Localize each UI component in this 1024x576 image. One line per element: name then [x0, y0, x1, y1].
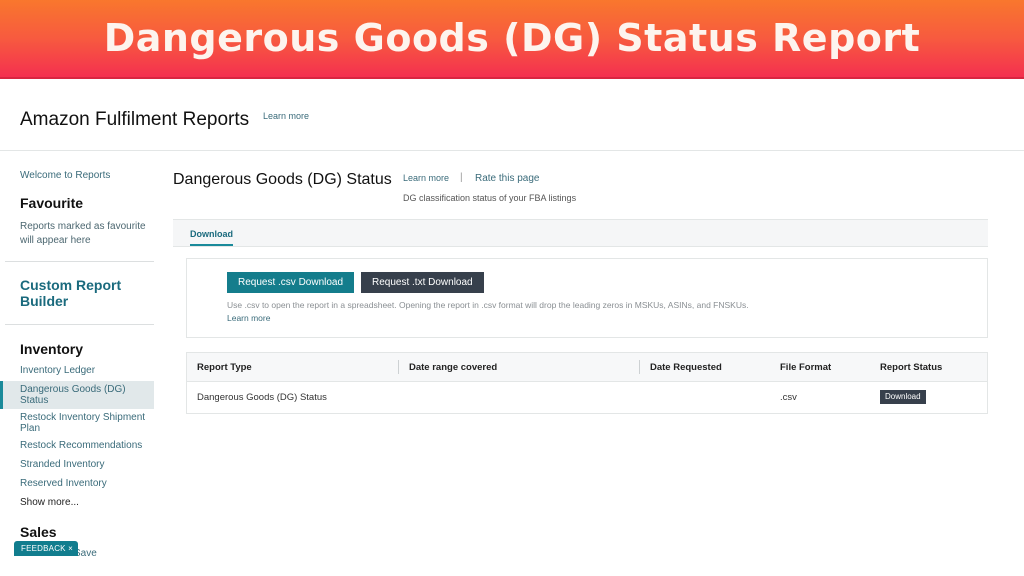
column-separator[interactable]	[398, 360, 399, 374]
custom-report-builder-link[interactable]: Custom Report Builder	[20, 277, 150, 309]
rate-this-page-link[interactable]: Rate this page	[475, 173, 540, 184]
column-header-file-format: File Format	[780, 362, 832, 373]
sidebar: Welcome to Reports Favourite Reports mar…	[0, 152, 154, 576]
sidebar-divider	[5, 324, 154, 325]
show-more-link[interactable]: Show more...	[0, 494, 154, 513]
favourite-heading: Favourite	[20, 195, 84, 211]
sales-heading: Sales	[20, 524, 57, 540]
cell-file-format: .csv	[780, 392, 797, 403]
sidebar-item-dangerous-goods-status[interactable]: Dangerous Goods (DG) Status	[0, 381, 154, 409]
favourite-note: Reports marked as favourite will appear …	[20, 221, 146, 246]
welcome-to-reports-link[interactable]: Welcome to Reports	[20, 170, 110, 181]
column-header-report-type: Report Type	[197, 362, 252, 373]
inventory-list: Inventory Ledger Dangerous Goods (DG) St…	[0, 362, 154, 513]
sidebar-divider	[5, 261, 154, 262]
feedback-button[interactable]: FEEDBACK ×	[14, 541, 79, 556]
table-header: Report Type Date range covered Date Requ…	[187, 353, 987, 382]
header-learn-more-link[interactable]: Learn more	[263, 111, 309, 121]
page-description: DG classification status of your FBA lis…	[403, 193, 577, 203]
banner-title: Dangerous Goods (DG) Status Report	[103, 15, 921, 60]
page-title: Dangerous Goods (DG) Status	[173, 171, 392, 188]
link-separator: |	[460, 172, 463, 183]
inventory-heading: Inventory	[20, 341, 84, 357]
page-learn-more-link[interactable]: Learn more	[403, 173, 449, 183]
sidebar-item-inventory-ledger[interactable]: Inventory Ledger	[0, 362, 154, 381]
title-banner: Dangerous Goods (DG) Status Report	[0, 0, 1024, 79]
column-header-date-requested: Date Requested	[650, 362, 722, 373]
column-header-date-range: Date range covered	[409, 362, 498, 373]
sidebar-item-restock-inventory-shipment-plan[interactable]: Restock Inventory Shipment Plan	[0, 409, 154, 437]
cell-report-type: Dangerous Goods (DG) Status	[197, 392, 327, 403]
tab-download[interactable]: Download	[190, 229, 233, 246]
sidebar-item-restock-recommendations[interactable]: Restock Recommendations	[0, 437, 154, 456]
column-separator[interactable]	[639, 360, 640, 374]
reports-table: Report Type Date range covered Date Requ…	[186, 352, 988, 414]
sidebar-item-reserved-inventory[interactable]: Reserved Inventory	[0, 475, 154, 494]
download-learn-more-link[interactable]: Learn more	[227, 313, 270, 323]
download-note: Use .csv to open the report in a spreads…	[227, 300, 749, 310]
tab-bar: Download	[173, 219, 988, 247]
download-panel: Request .csv Download Request .txt Downl…	[186, 258, 988, 338]
row-download-button[interactable]: Download	[880, 390, 926, 404]
sidebar-item-stranded-inventory[interactable]: Stranded Inventory	[0, 456, 154, 475]
column-header-report-status: Report Status	[880, 362, 943, 373]
request-csv-download-button[interactable]: Request .csv Download	[227, 272, 355, 293]
app-header: Amazon Fulfilment Reports Learn more	[0, 81, 1024, 151]
app-title: Amazon Fulfilment Reports	[20, 109, 250, 130]
request-txt-download-button[interactable]: Request .txt Download	[361, 272, 484, 293]
